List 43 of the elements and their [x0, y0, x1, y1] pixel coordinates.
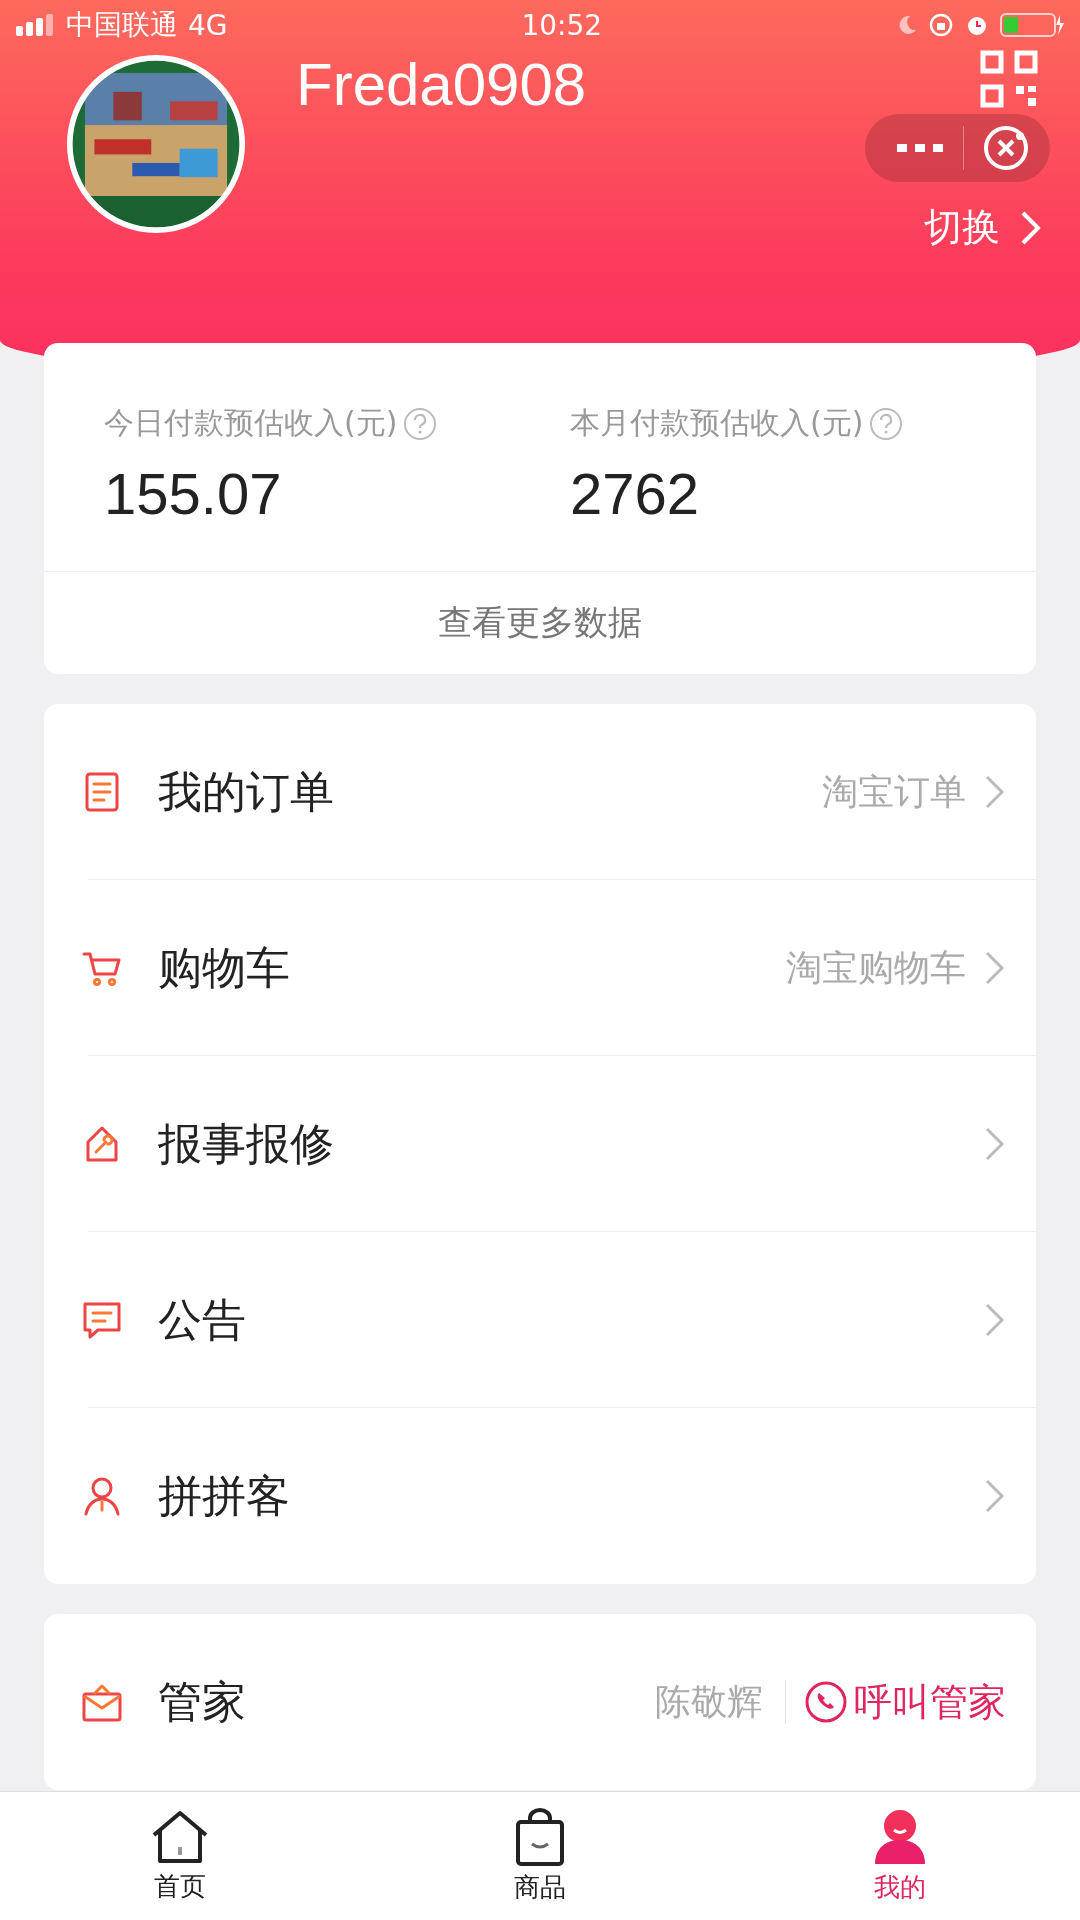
menu-item[interactable]: 我的订单 淘宝订单: [44, 704, 1036, 880]
menu-label: 我的订单: [158, 764, 334, 819]
help-icon[interactable]: [869, 406, 904, 441]
butler-name: 陈敬辉: [655, 1679, 763, 1724]
menu-item[interactable]: 购物车 淘宝购物车: [44, 880, 1036, 1056]
help-icon[interactable]: [403, 406, 438, 441]
menu-label: 报事报修: [158, 1116, 334, 1171]
menu-value: 淘宝订单: [822, 769, 966, 814]
call-butler-button[interactable]: 呼叫管家: [804, 1676, 1006, 1728]
more-icon[interactable]: [895, 141, 945, 155]
stat-label: 本月付款预估收入(元): [570, 404, 864, 442]
stat-value: 2762: [570, 460, 701, 527]
home-tab[interactable]: 首页: [0, 1792, 360, 1920]
qr-code-icon[interactable]: [980, 50, 1038, 108]
menu-item[interactable]: 公告: [44, 1232, 1036, 1408]
chevron-icon: [984, 950, 1006, 986]
close-icon[interactable]: [982, 124, 1030, 172]
stat-label: 今日付款预估收入(元): [104, 404, 398, 442]
menu-label: 购物车: [158, 940, 290, 995]
chevron-icon: [984, 1478, 1006, 1514]
menu-label: 拼拼客: [158, 1468, 290, 1523]
menu-item[interactable]: 拼拼客: [44, 1408, 1036, 1584]
chevron-icon: [1020, 209, 1042, 246]
battery-icon: [1000, 11, 1064, 39]
chevron-icon: [984, 1302, 1006, 1338]
stat-value: 155.07: [104, 460, 283, 527]
bag-tab[interactable]: 商品: [360, 1792, 720, 1920]
signal-icon: [16, 14, 56, 36]
carrier-name: 中国联通: [66, 7, 178, 43]
user-name: Freda0908: [296, 50, 587, 119]
menu-value: 淘宝购物车: [786, 945, 966, 990]
me-tab[interactable]: 我的: [720, 1792, 1080, 1920]
home-icon: [150, 1808, 210, 1865]
chevron-icon: [984, 774, 1006, 810]
network-type: 4G: [188, 8, 228, 42]
chevron-icon: [984, 1126, 1006, 1162]
menu-label: 公告: [158, 1292, 246, 1347]
clock-time: 10:52: [521, 8, 603, 42]
phone-icon: [804, 1680, 848, 1724]
menu-label: 管家: [158, 1674, 246, 1729]
shopping-bag-icon: [515, 1807, 565, 1866]
more-data-link[interactable]: 查看更多数据: [44, 571, 1036, 674]
menu-item[interactable]: 报事报修: [44, 1056, 1036, 1232]
